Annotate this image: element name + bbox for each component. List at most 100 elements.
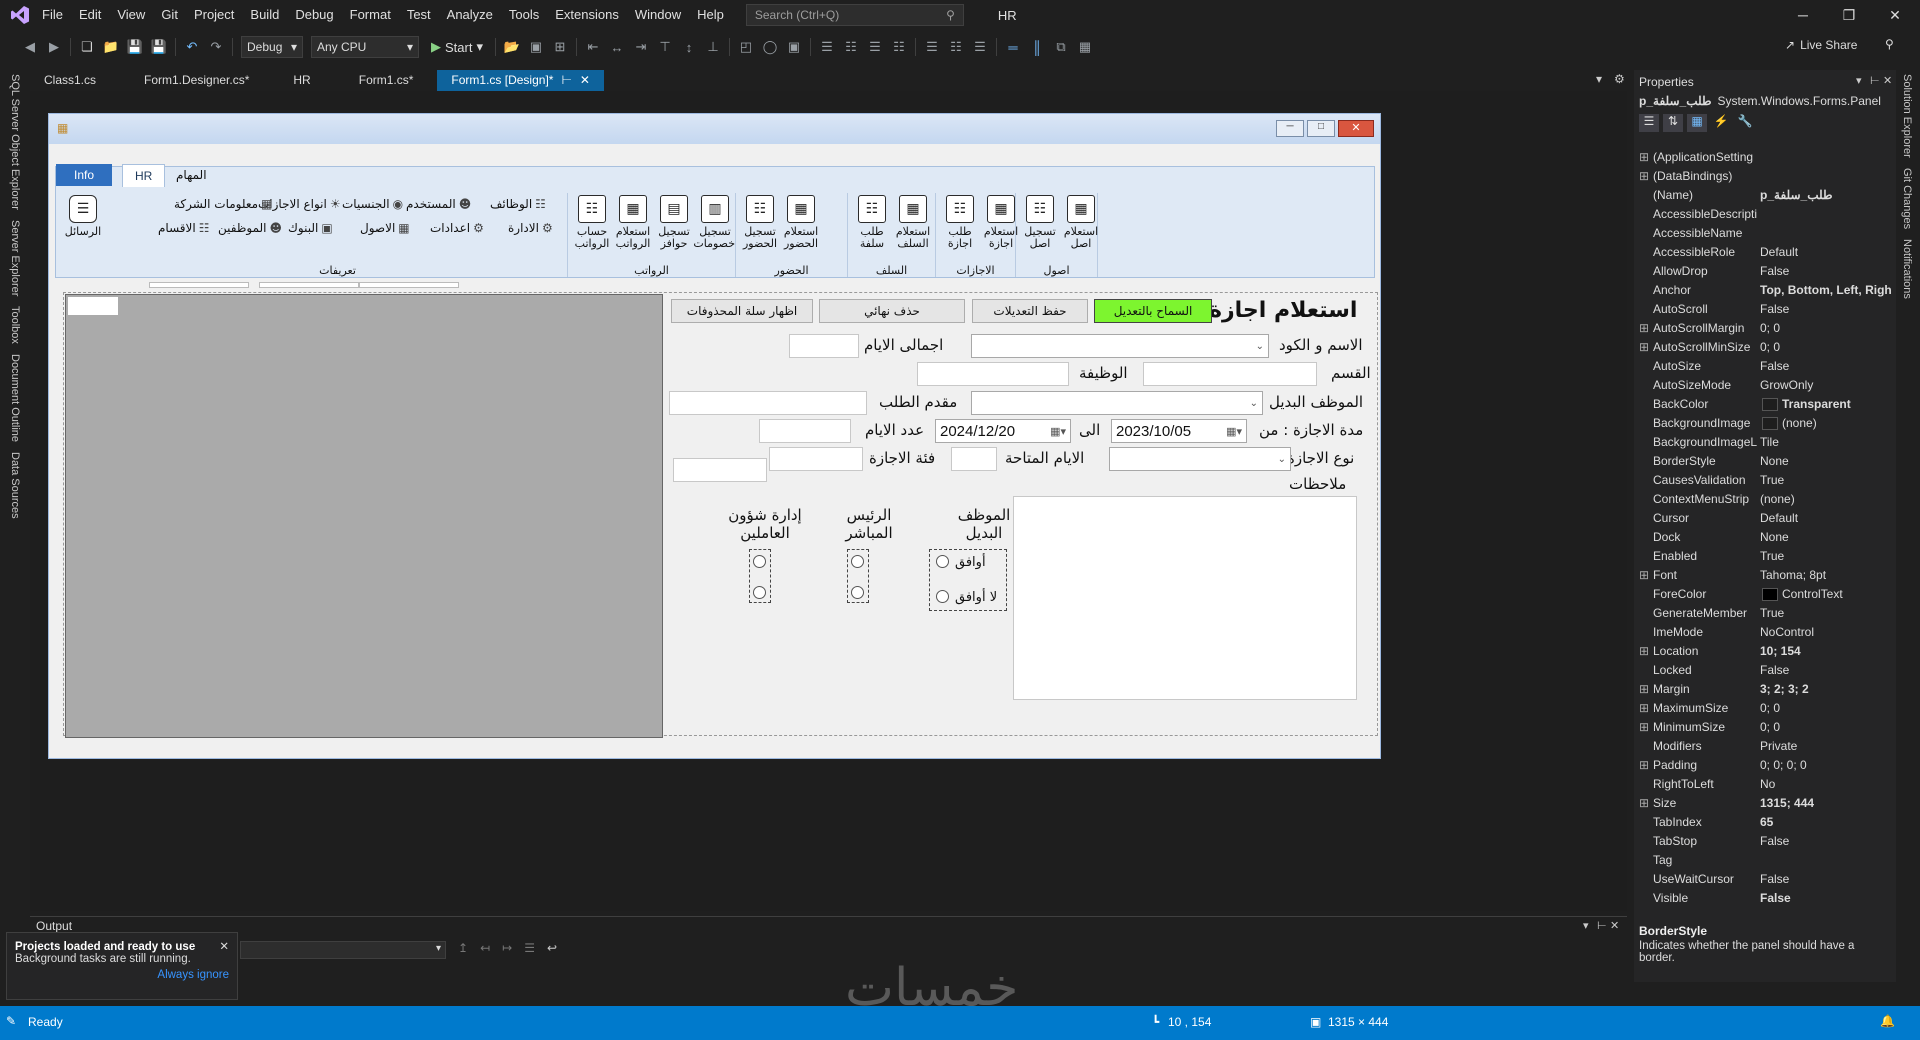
- pin-icon[interactable]: ⊢: [561, 70, 571, 91]
- align-lefts-icon[interactable]: ⇤: [583, 37, 603, 57]
- expand-icon[interactable]: ⊞: [1639, 167, 1649, 186]
- name-code-combo[interactable]: ⌄: [971, 334, 1269, 358]
- allow-edit-button[interactable]: السماح بالتعديل: [1094, 299, 1212, 323]
- show-recycle-bin-button[interactable]: اظهار سلة المحذوفات: [671, 299, 813, 323]
- align-grid-icon[interactable]: ⊞: [550, 37, 570, 57]
- leave-category-input[interactable]: [769, 447, 863, 471]
- data-sources-tab[interactable]: Data Sources: [9, 452, 21, 519]
- expand-icon[interactable]: ⊞: [1639, 794, 1649, 813]
- menu-project[interactable]: Project: [186, 0, 242, 30]
- next-message-icon[interactable]: ↦: [502, 941, 512, 955]
- horizontal-spacing-icon[interactable]: ☰: [817, 37, 837, 57]
- property-row[interactable]: AccessibleRole Default: [1634, 243, 1894, 262]
- ribbon-btn-2-2[interactable]: ▦ استعلام الحضور: [781, 195, 821, 250]
- property-row[interactable]: ContextMenuStrip (none): [1634, 490, 1894, 509]
- notifications-bell-icon[interactable]: 🔔: [1880, 1014, 1895, 1028]
- days-count-input[interactable]: [759, 419, 851, 443]
- search-input[interactable]: Search (Ctrl+Q) ⚲: [745, 4, 964, 26]
- categorized-icon[interactable]: ☰: [1639, 114, 1659, 132]
- close-icon[interactable]: ✕: [219, 939, 229, 953]
- menu-build[interactable]: Build: [242, 0, 287, 30]
- expand-icon[interactable]: ⊞: [1639, 718, 1649, 737]
- property-row[interactable]: TabIndex 65: [1634, 813, 1894, 832]
- tab-order-icon[interactable]: ▦: [1075, 37, 1095, 57]
- live-share-button[interactable]: ↗ Live Share: [1785, 38, 1857, 52]
- ribbon-btn-5-2[interactable]: ▦ استعلام اصل: [1061, 195, 1101, 250]
- menu-extensions[interactable]: Extensions: [547, 0, 627, 30]
- tab-list-dropdown-icon[interactable]: ▾: [1596, 72, 1602, 86]
- ribbon-tab-hr[interactable]: HR: [122, 164, 166, 187]
- align-centers-icon[interactable]: ↔: [607, 37, 627, 57]
- menu-analyze[interactable]: Analyze: [439, 0, 501, 30]
- new-item-icon[interactable]: ❏: [77, 37, 97, 57]
- agree-radio[interactable]: أوافق: [936, 555, 986, 570]
- clear-all-icon[interactable]: ☰: [524, 941, 535, 955]
- notes-textarea[interactable]: [1013, 496, 1357, 700]
- decrease-spacing-icon[interactable]: ☰: [865, 37, 885, 57]
- expand-icon[interactable]: ⊞: [1639, 699, 1649, 718]
- word-wrap-icon[interactable]: ↩: [547, 941, 557, 955]
- property-row[interactable]: ⊞ AutoScrollMargin 0; 0: [1634, 319, 1894, 338]
- vertical-spacing-icon[interactable]: ☰: [922, 37, 942, 57]
- sql-server-object-explorer-tab[interactable]: SQL Server Object Explorer: [9, 74, 21, 210]
- align-tops-icon[interactable]: ⊤: [655, 37, 675, 57]
- property-row[interactable]: Anchor Top, Bottom, Left, Righ: [1634, 281, 1894, 300]
- solution-explorer-tab[interactable]: Solution Explorer: [1901, 74, 1913, 158]
- restore-button[interactable]: ❐: [1826, 0, 1872, 30]
- configuration-select[interactable]: Debug ▾: [241, 36, 303, 58]
- properties-icon[interactable]: ▦: [1687, 114, 1707, 132]
- def-btn-row2-3[interactable]: ▦ الاصول: [360, 221, 410, 235]
- same-height-icon[interactable]: ◯: [760, 37, 780, 57]
- substitute-combo[interactable]: ⌄: [971, 391, 1263, 415]
- property-row[interactable]: BackgroundImage (none): [1634, 414, 1894, 433]
- start-button[interactable]: ▶ Start ▾: [425, 37, 489, 57]
- tab-form1-designer[interactable]: Form1.Designer.cs*: [130, 70, 264, 91]
- expand-icon[interactable]: ⊞: [1639, 566, 1649, 585]
- property-row[interactable]: (Name) p_طلب_سلفة: [1634, 186, 1894, 205]
- menu-window[interactable]: Window: [627, 0, 689, 30]
- property-row[interactable]: ⊞ Padding 0; 0; 0; 0: [1634, 756, 1894, 775]
- ribbon-tab-tasks[interactable]: المهام: [164, 164, 219, 186]
- def-btn-3[interactable]: ◉ الجنسيات: [342, 197, 403, 211]
- save-all-icon[interactable]: 💾: [149, 37, 169, 57]
- align-bottoms-icon[interactable]: ⊥: [703, 37, 723, 57]
- close-icon[interactable]: ✕: [1610, 919, 1619, 932]
- manager-agree-radio[interactable]: [851, 555, 864, 568]
- messages-button[interactable]: ☰ الرسائل: [61, 195, 105, 238]
- bring-to-front-icon[interactable]: ⧉: [1051, 37, 1071, 57]
- close-button[interactable]: ✕: [1872, 0, 1918, 30]
- pin-icon[interactable]: ⊢: [1870, 74, 1880, 87]
- center-horizontally-icon[interactable]: ═: [1003, 37, 1023, 57]
- settings-gear-icon[interactable]: ⚙: [1614, 72, 1625, 86]
- expand-icon[interactable]: ⊞: [1639, 319, 1649, 338]
- date-from-picker[interactable]: 2023/10/05 ▦▾: [1111, 419, 1247, 443]
- expand-icon[interactable]: ⊞: [1639, 148, 1649, 167]
- property-row[interactable]: ImeMode NoControl: [1634, 623, 1894, 642]
- menu-edit[interactable]: Edit: [71, 0, 109, 30]
- pin-icon[interactable]: ⊢: [1597, 919, 1607, 932]
- form-close-icon[interactable]: ✕: [1338, 120, 1374, 137]
- property-row[interactable]: Dock None: [1634, 528, 1894, 547]
- def-btn-row2-2[interactable]: ⚙ اعدادات: [430, 221, 484, 235]
- minimize-button[interactable]: ─: [1780, 0, 1826, 30]
- property-row[interactable]: Tag: [1634, 851, 1894, 870]
- hr-disagree-radio[interactable]: [753, 586, 766, 599]
- menu-tools[interactable]: Tools: [501, 0, 547, 30]
- menu-format[interactable]: Format: [342, 0, 399, 30]
- git-changes-tab[interactable]: Git Changes: [1901, 168, 1913, 229]
- menu-test[interactable]: Test: [399, 0, 439, 30]
- events-icon[interactable]: ⚡: [1711, 114, 1731, 132]
- property-row[interactable]: BorderStyle None: [1634, 452, 1894, 471]
- form-window[interactable]: ▦ ─ □ ✕ Info HR المهام ☰ الرسائل تعريفات…: [48, 113, 1381, 759]
- property-row[interactable]: ⊞ Margin 3; 2; 3; 2: [1634, 680, 1894, 699]
- ribbon-btn-2-1[interactable]: ☷ تسجيل الحضور: [740, 195, 780, 250]
- browse-icon[interactable]: 📂: [502, 37, 522, 57]
- tab-form1-design[interactable]: Form1.cs [Design]* ⊢ ✕: [437, 70, 604, 91]
- ribbon-btn-1-3[interactable]: ▤ تسجيل حوافز: [654, 195, 694, 250]
- property-row[interactable]: CausesValidation True: [1634, 471, 1894, 490]
- property-row[interactable]: ⊞ MaximumSize 0; 0: [1634, 699, 1894, 718]
- menu-help[interactable]: Help: [689, 0, 732, 30]
- property-row[interactable]: BackgroundImageL Tile: [1634, 433, 1894, 452]
- date-to-picker[interactable]: 2024/12/20 ▦▾: [935, 419, 1071, 443]
- undo-icon[interactable]: ↶: [182, 37, 202, 57]
